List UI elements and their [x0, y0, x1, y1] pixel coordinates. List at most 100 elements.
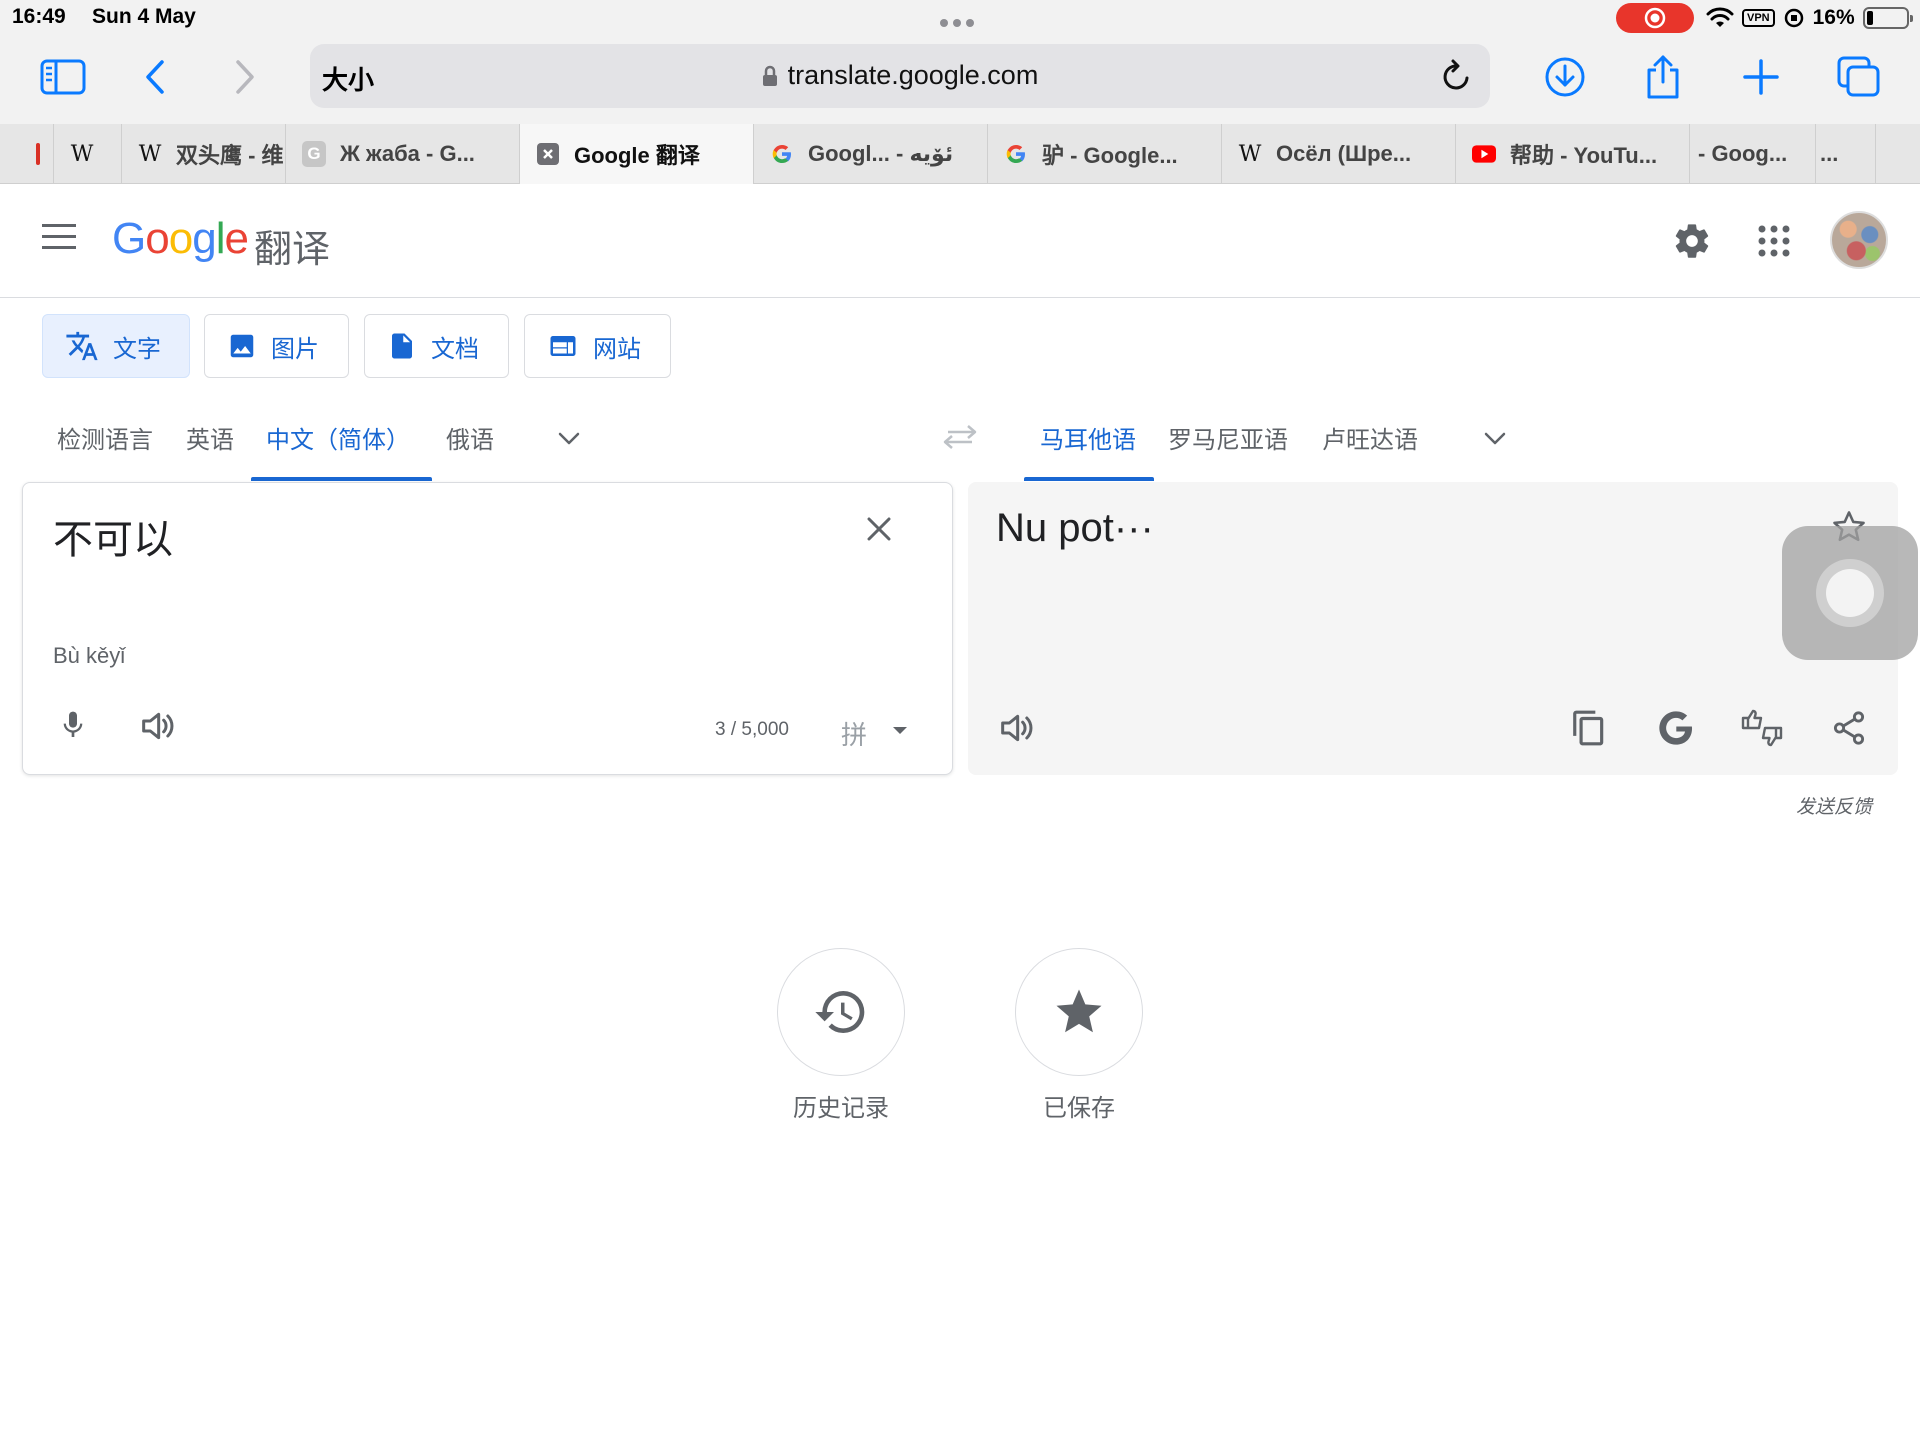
url-display[interactable]: translate.google.com: [310, 60, 1490, 91]
red-favicon-icon: [16, 142, 40, 166]
account-avatar[interactable]: [1830, 211, 1888, 269]
status-time: 16:49: [12, 5, 66, 28]
caret-down-icon[interactable]: [893, 727, 907, 734]
listen-translation-button[interactable]: [996, 708, 1036, 753]
source-lang-english[interactable]: 英语: [186, 420, 234, 455]
google-g-icon: [1659, 711, 1693, 745]
share-translation-button[interactable]: [1830, 708, 1868, 753]
chevron-right-icon: [236, 60, 254, 94]
apps-button[interactable]: [1750, 217, 1798, 265]
google-search-button[interactable]: [1656, 708, 1696, 753]
browser-tab[interactable]: Googl... - ئۆيە: [754, 124, 988, 184]
settings-button[interactable]: [1668, 217, 1716, 265]
source-lang-chinese-simplified[interactable]: 中文（简体）: [266, 420, 410, 455]
image-icon: [227, 331, 257, 361]
wifi-icon: [1706, 7, 1734, 27]
source-text-input[interactable]: 不可以: [53, 507, 173, 565]
battery-percent: 16%: [1812, 6, 1855, 29]
browser-tab[interactable]: 驴 - Google...: [988, 124, 1222, 184]
google-g-icon: [1004, 142, 1028, 166]
new-tab-button[interactable]: [1734, 50, 1788, 104]
browser-tab[interactable]: 帮助 - YouTu...: [1456, 124, 1690, 184]
source-lang-detect[interactable]: 检测语言: [57, 420, 153, 455]
send-feedback-link[interactable]: 发送反馈: [1796, 792, 1872, 819]
tab-title: Googl... - ئۆيە: [808, 141, 954, 166]
sidebar-toggle-button[interactable]: [36, 50, 90, 104]
record-icon: [1644, 7, 1666, 29]
chevron-down-icon[interactable]: [1480, 424, 1510, 454]
translation-output: Nu pot···: [996, 506, 1154, 550]
swap-languages-button[interactable]: [940, 422, 980, 457]
browser-tab[interactable]: W: [54, 124, 122, 184]
browser-tab[interactable]: [0, 124, 54, 184]
status-bar: 16:49 Sun 4 May VPN 16%: [0, 0, 1920, 36]
reload-icon: [1443, 59, 1469, 90]
chevron-down-icon[interactable]: [554, 424, 584, 454]
source-lang-russian[interactable]: 俄语: [446, 420, 494, 455]
mode-label: 文档: [431, 335, 479, 363]
browser-tab[interactable]: W Осёл (Шре...: [1222, 124, 1456, 184]
browser-tab[interactable]: W 双头鹰 - 维: [122, 124, 286, 184]
screen-recording-indicator[interactable]: [1616, 3, 1694, 33]
status-indicators: VPN 16%: [1706, 3, 1913, 33]
voice-input-button[interactable]: [57, 706, 89, 749]
document-icon: [387, 331, 417, 361]
target-lang-maltese[interactable]: 马耳他语: [1040, 420, 1136, 455]
rate-translation-button[interactable]: [1740, 708, 1784, 753]
browser-tab-active[interactable]: Google 翻译: [520, 124, 754, 184]
share-button[interactable]: [1636, 50, 1690, 104]
downloads-button[interactable]: [1538, 50, 1592, 104]
mode-document-button[interactable]: 文档: [364, 314, 509, 378]
translate-icon: [65, 329, 99, 363]
tab-title: ...: [1820, 141, 1839, 166]
forward-button[interactable]: [218, 50, 272, 104]
speaker-icon: [1001, 714, 1033, 742]
copy-icon: [1573, 710, 1604, 746]
mode-text-button[interactable]: 文字: [42, 314, 190, 378]
back-button[interactable]: [128, 50, 182, 104]
history-button[interactable]: [777, 948, 905, 1076]
youtube-icon: [1472, 142, 1496, 166]
tab-bar: W W 双头鹰 - 维 G Ж жаба - G... Google 翻译 Go…: [0, 124, 1920, 184]
tab-title: 帮助 - YouTu...: [1510, 143, 1658, 168]
browser-tab[interactable]: - Goog...: [1690, 124, 1816, 184]
browser-tab[interactable]: ...: [1816, 124, 1876, 184]
target-lang-kinyarwanda[interactable]: 卢旺达语: [1322, 420, 1418, 455]
vpn-badge: VPN: [1742, 9, 1775, 27]
saved-button[interactable]: [1015, 948, 1143, 1076]
source-text-panel: 不可以 Bù kěyǐ 3 / 5,000 拼: [22, 482, 953, 775]
close-tab-icon[interactable]: [536, 142, 560, 166]
target-lang-romanian[interactable]: 罗马尼亚语: [1168, 420, 1288, 455]
target-lang-selected-indicator: [1024, 477, 1154, 481]
chevron-left-icon: [146, 60, 164, 94]
input-method-button[interactable]: 拼: [841, 715, 867, 752]
lock-icon: [762, 65, 777, 86]
tab-overview-button[interactable]: [1832, 50, 1886, 104]
google-g-icon: [770, 142, 794, 166]
battery-level: [1866, 11, 1873, 25]
plus-icon: [1743, 59, 1779, 95]
copy-translation-button[interactable]: [1570, 708, 1608, 753]
tab-title: Ж жаба - G...: [340, 141, 475, 166]
share-nodes-icon: [1833, 711, 1865, 745]
mode-image-button[interactable]: 图片: [204, 314, 349, 378]
multitasking-dots-icon[interactable]: [940, 14, 980, 27]
address-bar[interactable]: 大小 translate.google.com: [310, 44, 1490, 108]
star-icon: [1056, 989, 1102, 1033]
mode-label: 文字: [113, 335, 161, 363]
share-icon: [1647, 55, 1679, 99]
microphone-icon: [63, 711, 83, 737]
battery-icon: [1862, 7, 1913, 29]
assistive-touch-button[interactable]: [1782, 526, 1918, 660]
wikipedia-icon: W: [1238, 141, 1262, 167]
listen-source-button[interactable]: [137, 706, 177, 751]
mode-website-button[interactable]: 网站: [524, 314, 671, 378]
main-menu-button[interactable]: [42, 224, 82, 260]
browser-tab[interactable]: G Ж жаба - G...: [286, 124, 520, 184]
clear-source-button[interactable]: [864, 514, 894, 549]
hamburger-icon: [42, 224, 76, 227]
sidebar-icon: [40, 59, 86, 95]
reload-button[interactable]: [1440, 58, 1474, 99]
google-logo[interactable]: Google: [112, 214, 249, 264]
history-icon: [815, 991, 865, 1033]
